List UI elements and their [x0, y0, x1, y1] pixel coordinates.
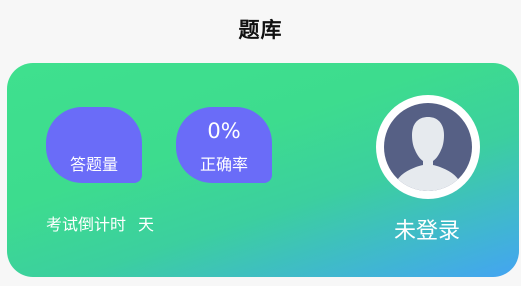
default-user-avatar-icon: [384, 103, 472, 191]
answered-count-label: 答题量: [69, 155, 118, 174]
page: 题库 答题量 0% 正确率 考试倒计时天 未登录: [0, 0, 521, 286]
user-silhouette-icon: [398, 117, 458, 191]
accuracy-stat[interactable]: 0% 正确率: [176, 107, 272, 183]
login-status-button[interactable]: 未登录: [367, 213, 487, 245]
answered-count-stat[interactable]: 答题量: [46, 107, 142, 183]
exam-countdown: 考试倒计时天: [46, 211, 154, 235]
countdown-unit: 天: [138, 215, 155, 234]
avatar[interactable]: [376, 95, 480, 199]
accuracy-value: 0%: [207, 119, 241, 143]
countdown-label: 考试倒计时: [46, 215, 127, 234]
accuracy-label: 正确率: [199, 155, 248, 174]
page-title: 题库: [238, 18, 283, 42]
profile-card: 答题量 0% 正确率 考试倒计时天 未登录: [7, 63, 519, 277]
